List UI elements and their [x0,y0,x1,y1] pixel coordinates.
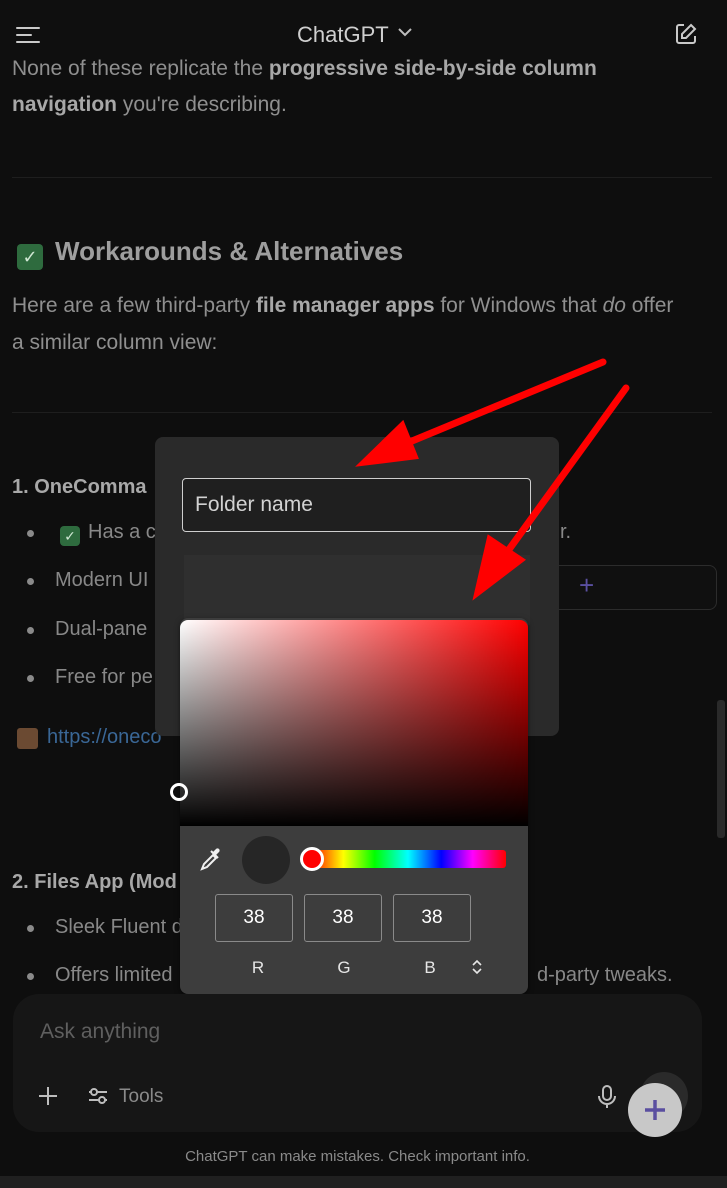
red-arrow [355,358,607,467]
bottom-strip [0,1176,727,1188]
tools-icon[interactable] [87,1085,109,1107]
plus-icon [645,1100,665,1120]
composer [13,994,702,1132]
disclaimer: ChatGPT can make mistakes. Check importa… [185,1148,530,1165]
tools-button[interactable]: Tools [119,1086,163,1108]
message-input[interactable]: Ask anything [40,1020,160,1044]
plus-icon[interactable] [37,1085,59,1107]
microphone-icon[interactable] [597,1084,617,1110]
add-fab-button[interactable] [628,1083,682,1137]
red-arrow [472,384,630,601]
